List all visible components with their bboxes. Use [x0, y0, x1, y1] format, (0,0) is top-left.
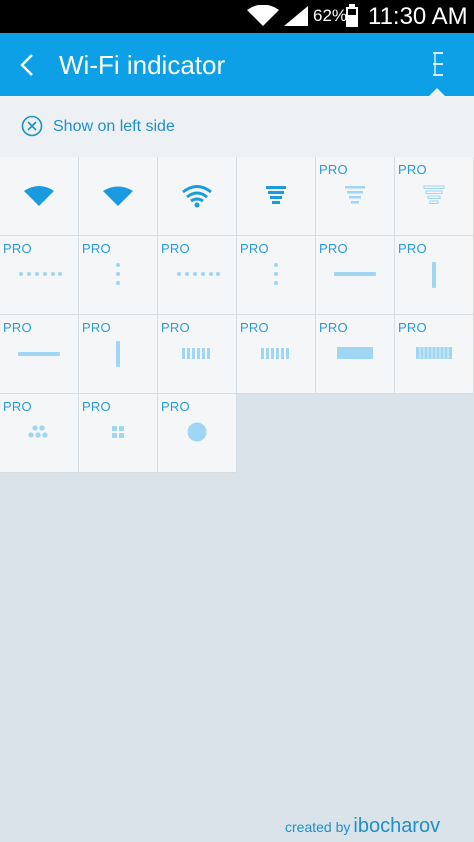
bar-horizontal-icon	[18, 352, 60, 356]
wifi-icon	[247, 5, 279, 26]
indicator-cell[interactable]	[79, 157, 158, 236]
indicator-cell[interactable]: PRO	[0, 236, 79, 315]
circle-icon	[187, 422, 207, 442]
indicator-cell[interactable]: PRO	[0, 315, 79, 394]
block-bar-icon	[337, 347, 373, 359]
app-bar: Wi-Fi indicator	[0, 33, 474, 97]
indicator-cell[interactable]	[158, 157, 237, 236]
indicator-cell[interactable]: PRO	[158, 315, 237, 394]
indicator-cell[interactable]: PRO	[79, 394, 158, 473]
indicator-cell[interactable]: PRO	[395, 315, 474, 394]
wifi-funnel-light-icon	[345, 186, 365, 204]
segments-icon	[261, 348, 289, 359]
indicator-cell[interactable]	[0, 157, 79, 236]
dots-vertical-icon	[116, 263, 120, 285]
indicator-cell[interactable]: PRO	[158, 236, 237, 315]
indicator-cell[interactable]: PRO	[237, 315, 316, 394]
show-on-left-side-label: Show on left side	[53, 118, 175, 135]
circle-x-icon[interactable]	[21, 115, 43, 137]
indicator-cell[interactable]: PRO	[395, 236, 474, 315]
block-bar-striped-icon	[416, 347, 452, 359]
back-arrow-icon[interactable]	[14, 51, 42, 79]
dots-triangle-icon	[28, 425, 48, 438]
squares-grid-icon	[112, 426, 124, 438]
credits: created by ibocharov	[285, 815, 440, 838]
overflow-menu-icon[interactable]	[424, 49, 452, 79]
wifi-arcs-icon	[182, 185, 212, 208]
wifi-funnel-outline-icon	[423, 185, 445, 204]
indicator-cell[interactable]	[237, 157, 316, 236]
wifi-funnel-icon	[266, 186, 286, 204]
page-title: Wi-Fi indicator	[59, 50, 226, 80]
indicator-cell[interactable]: PRO	[79, 315, 158, 394]
indicator-cell[interactable]: PRO	[79, 236, 158, 315]
indicator-cell[interactable]: PRO	[316, 236, 395, 315]
indicator-cell[interactable]: PRO	[158, 394, 237, 473]
dots-horizontal-icon	[177, 272, 220, 276]
indicator-cell[interactable]: PRO	[316, 315, 395, 394]
wifi-fan-icon	[24, 186, 54, 206]
battery-icon	[346, 4, 358, 27]
bar-vertical-icon	[116, 341, 120, 367]
bar-vertical-icon	[432, 262, 436, 288]
dots-horizontal-icon	[19, 272, 62, 276]
battery-percent: 62%	[313, 6, 348, 25]
bar-horizontal-icon	[334, 272, 376, 276]
wifi-fan-icon	[103, 186, 133, 206]
indicator-cell[interactable]: PRO	[395, 157, 474, 236]
indicator-cell[interactable]: PRO	[316, 157, 395, 236]
clock-time: 11:30 AM	[368, 3, 468, 30]
indicator-cell[interactable]: PRO	[237, 236, 316, 315]
segments-icon	[182, 348, 210, 359]
author-link[interactable]: ibocharov	[353, 815, 440, 837]
show-on-left-side-option[interactable]: Show on left side	[0, 96, 474, 157]
indicator-grid: PRO PRO PRO PRO PRO PRO PRO PRO PRO PRO …	[0, 157, 474, 473]
status-bar: 62% 11:30 AM	[0, 0, 474, 33]
signal-icon	[284, 6, 308, 26]
credits-prefix: created by	[285, 819, 351, 835]
dots-vertical-icon	[274, 263, 278, 285]
indicator-cell[interactable]: PRO	[0, 394, 79, 473]
